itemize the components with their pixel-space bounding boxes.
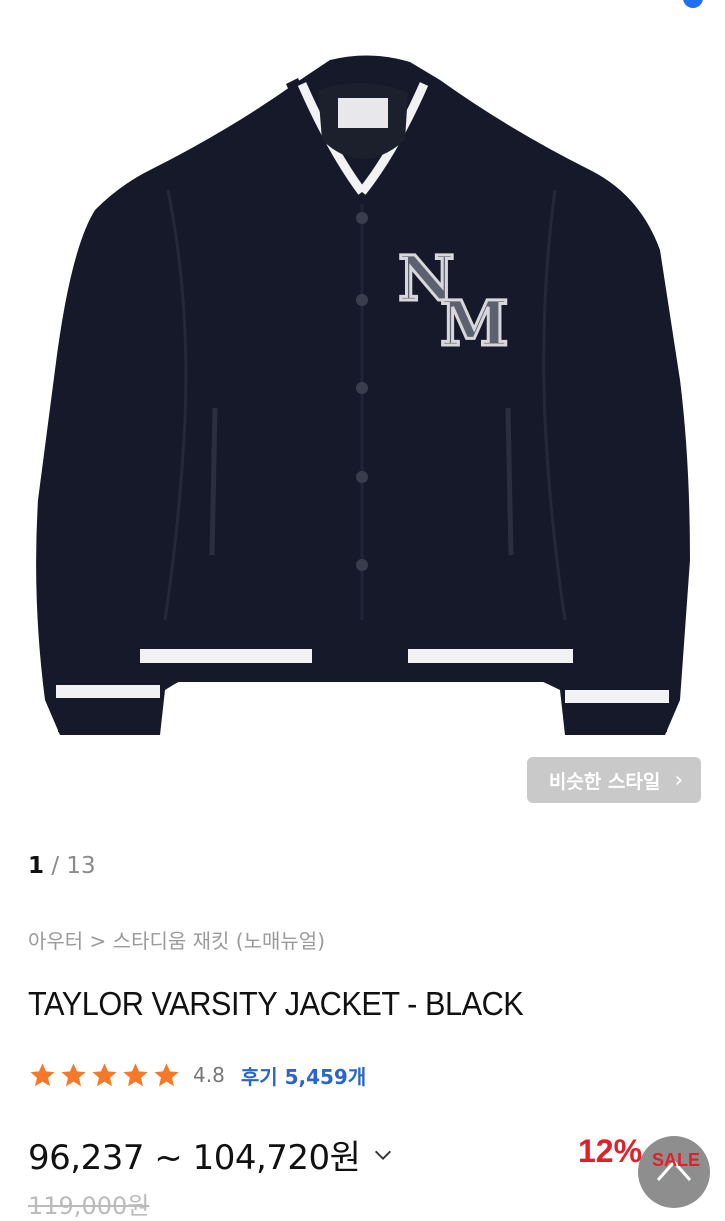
chevron-up-icon: [656, 1159, 692, 1181]
price-range: 96,237 ~ 104,720원: [28, 1138, 361, 1178]
chevron-down-icon[interactable]: [372, 1144, 394, 1166]
star-icon: [30, 1062, 55, 1086]
discount-percent: 12%: [578, 1133, 643, 1169]
rating-stars: [28, 1061, 181, 1090]
product-title: TAYLOR VARSITY JACKET - BLACK: [28, 985, 524, 1022]
star-icon: [61, 1062, 86, 1086]
similar-style-label: 비슷한 스타일: [548, 770, 661, 793]
sale-badge: SALE: [652, 1150, 701, 1170]
star-icon: [92, 1062, 117, 1086]
original-price: 119,000원: [28, 1192, 150, 1220]
page-separator: /: [44, 853, 67, 879]
scroll-top-button[interactable]: [638, 1136, 710, 1208]
total-pages: 13: [66, 853, 96, 879]
chevron-right-icon: ›: [674, 767, 684, 793]
rating-row: 4.8 후기 5,459개: [28, 1058, 366, 1092]
reviews-link[interactable]: 후기 5,459개: [241, 1061, 366, 1090]
jacket-illustration: N M: [36, 55, 690, 736]
star-icon: [154, 1062, 179, 1086]
svg-text:M: M: [440, 287, 509, 360]
current-page: 1: [28, 853, 45, 879]
similar-style-button[interactable]: 비슷한 스타일 ›: [527, 757, 701, 803]
breadcrumb[interactable]: 아우터 > 스타디움 재킷 (노매뉴얼): [28, 925, 325, 954]
price-row[interactable]: 96,237 ~ 104,720원: [28, 1130, 394, 1179]
rating-value: 4.8: [193, 1063, 225, 1087]
product-image[interactable]: N M: [0, 0, 725, 760]
image-page-counter: 1 / 13: [28, 853, 96, 879]
star-icon: [123, 1062, 148, 1086]
